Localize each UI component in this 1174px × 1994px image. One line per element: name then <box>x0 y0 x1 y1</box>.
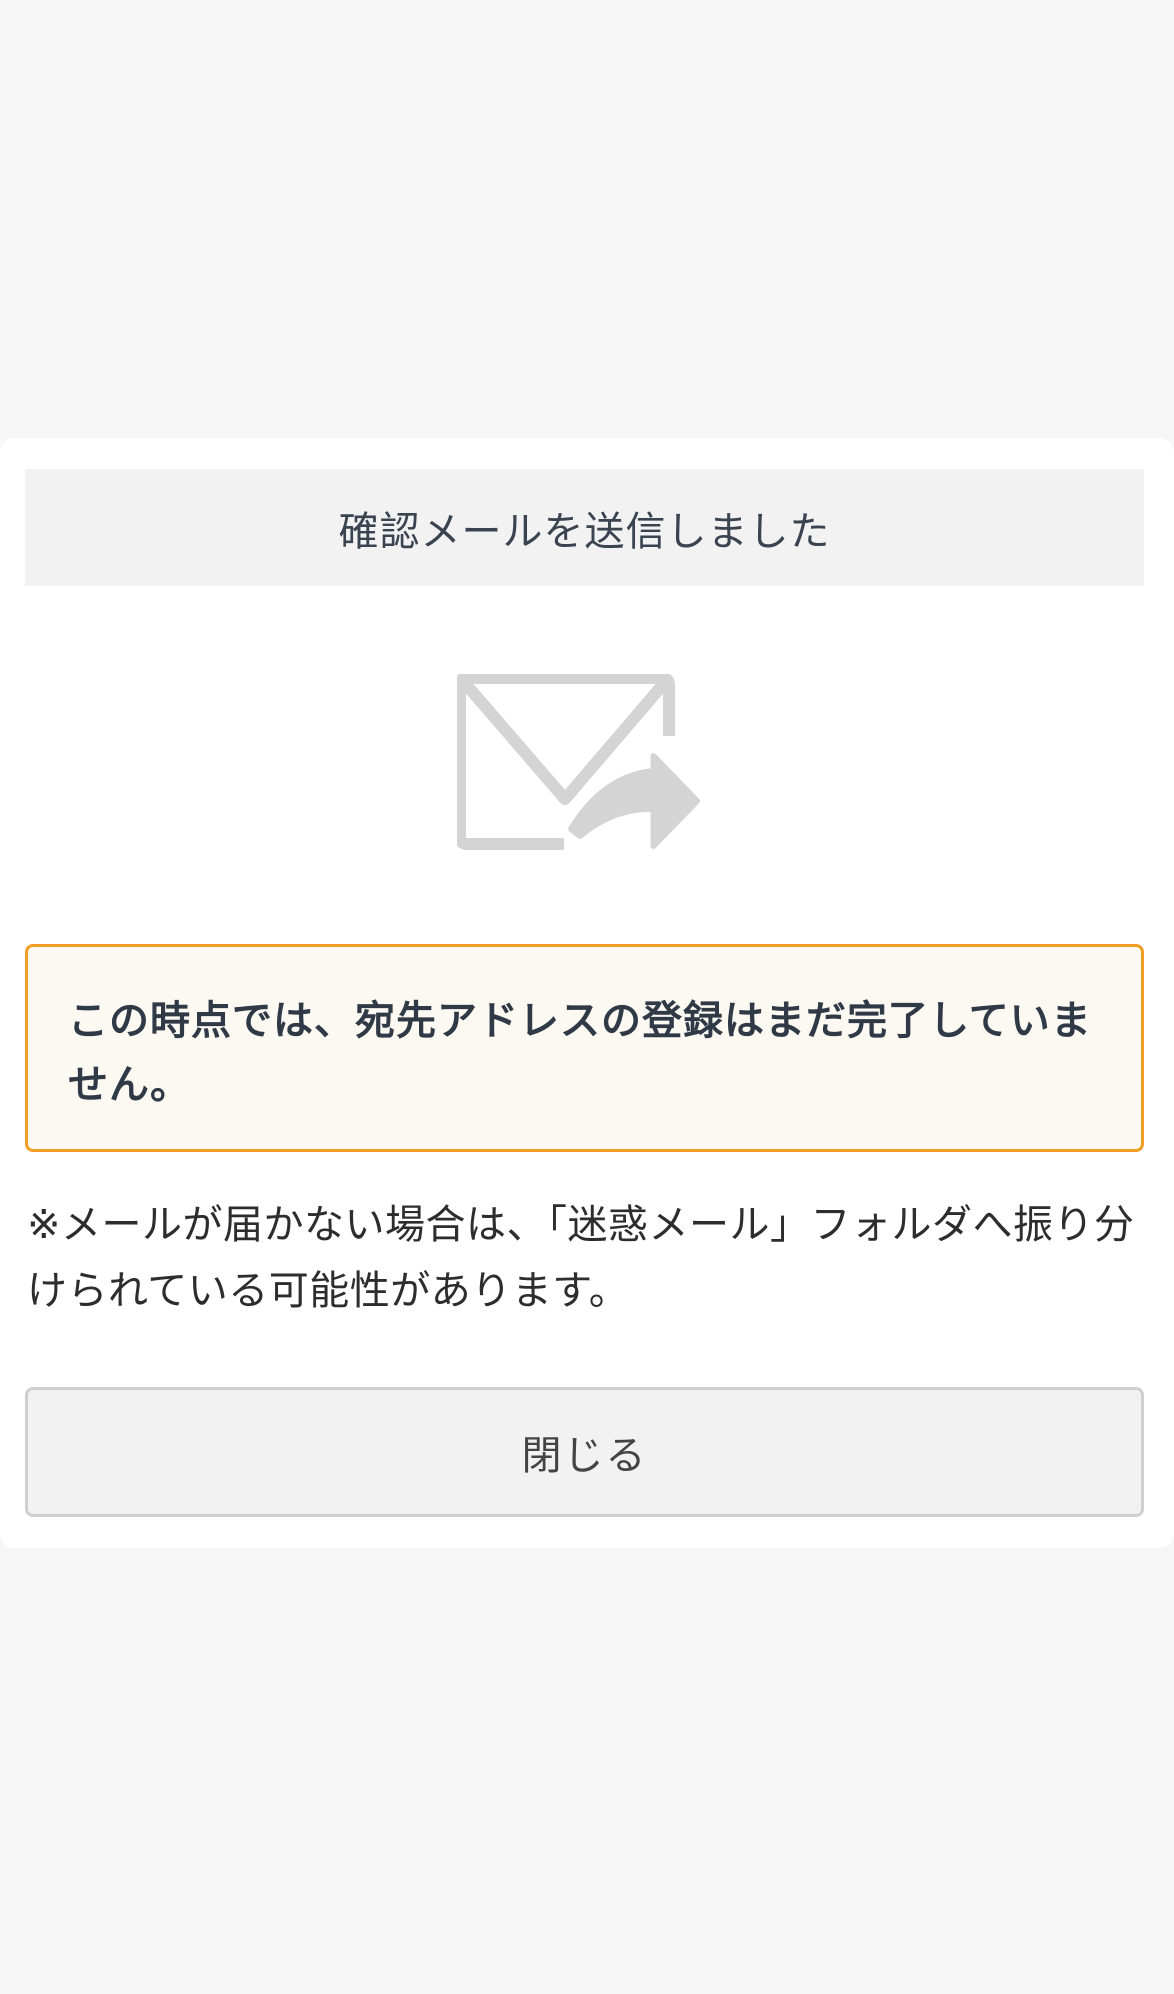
close-button[interactable]: 閉じる <box>25 1387 1144 1517</box>
registration-notice-text: この時点では、宛先アドレスの登録はまだ完了していません。 <box>68 998 1092 1108</box>
spam-folder-note: ※メールが届かない場合は、「迷惑メール」フォルダへ振り分けられている可能性があり… <box>27 1202 1135 1314</box>
mail-forward-icon <box>454 672 713 854</box>
registration-notice: この時点では、宛先アドレスの登録はまだ完了していません。 <box>25 944 1144 1152</box>
confirmation-dialog: 確認メールを送信しました この時点では、宛先アドレスの登録はまだ完了していません… <box>0 438 1174 1548</box>
dialog-title: 確認メールを送信しました <box>25 469 1144 586</box>
